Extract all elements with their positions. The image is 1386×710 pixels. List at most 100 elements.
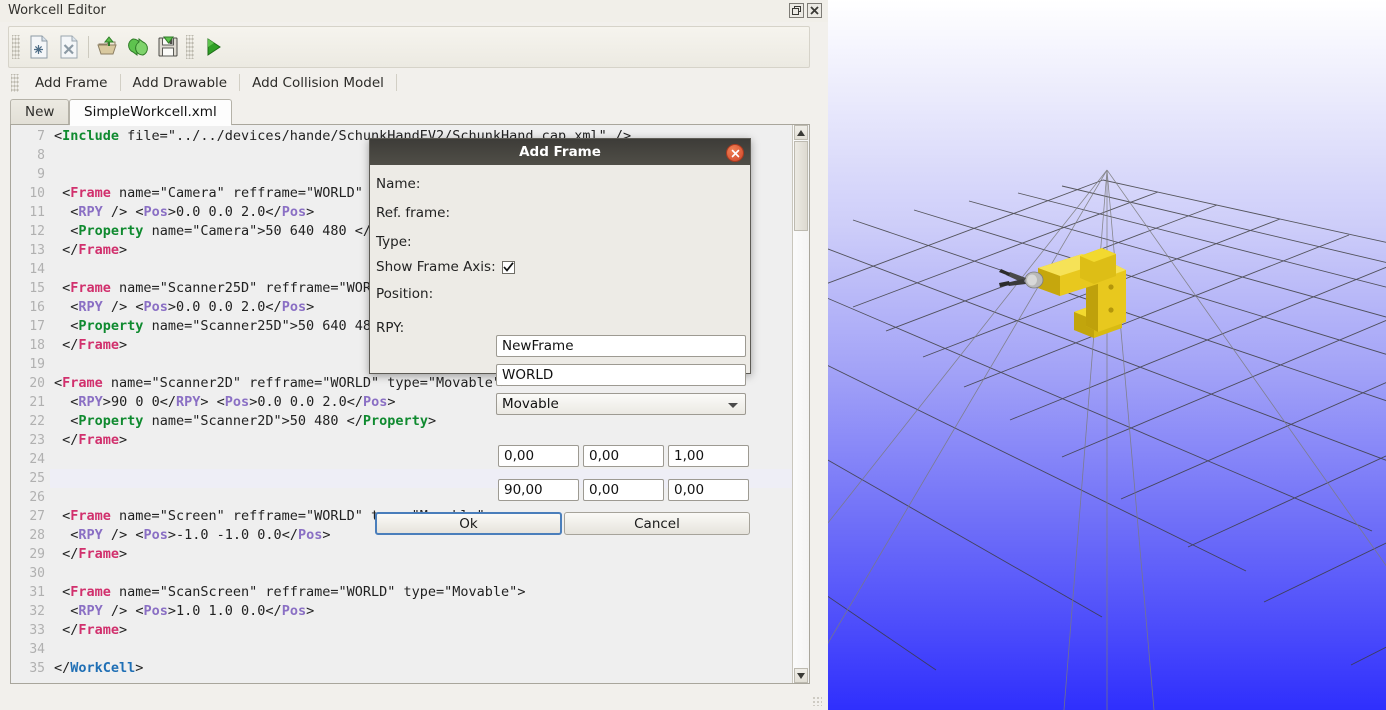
new-file-button[interactable] [24,32,54,62]
editor-action-bar: Add Frame Add Drawable Add Collision Mod… [8,69,808,96]
scroll-up-button[interactable] [794,125,808,140]
scroll-down-button[interactable] [794,668,808,683]
close-file-button[interactable] [54,32,84,62]
position-row: Position: [376,283,744,305]
open-file-button[interactable] [93,32,123,62]
add-frame-dialog: Add Frame Name: NewFrame Ref. frame: WOR… [369,138,751,535]
position-z-input[interactable]: 1,00 [668,445,749,467]
code-line: <RPY /> <Pos>1.0 1.0 0.0</Pos> [70,603,315,619]
dialog-title: Add Frame [519,144,601,160]
show-axis-row: Show Frame Axis: [376,256,744,278]
open-folder-icon [97,36,117,55]
line-number: 18 [29,338,45,353]
scrollbar-thumb[interactable] [794,141,808,231]
editor-vertical-scrollbar[interactable] [792,125,809,683]
line-number: 9 [37,167,45,182]
dialog-close-button[interactable] [726,144,744,162]
ok-button[interactable]: Ok [375,512,562,535]
cancel-button[interactable]: Cancel [564,512,750,535]
position-y-input[interactable]: 0,00 [583,445,664,467]
code-line: </WorkCell> [54,660,144,676]
code-line: <RPY /> <Pos>0.0 0.0 2.0</Pos> [70,204,315,220]
line-number: 22 [29,414,45,429]
line-number: 32 [29,604,45,619]
line-number: 20 [29,376,45,391]
close-window-button[interactable] [807,3,822,18]
ref-frame-input[interactable]: WORLD [496,364,746,386]
add-frame-button[interactable]: Add Frame [23,75,120,91]
line-number: 27 [29,509,45,524]
run-play-icon [207,38,221,56]
code-line: </Frame> [62,622,128,638]
3d-scene-viewport[interactable] [828,0,1386,710]
restore-icon [792,6,801,15]
rpy-row: RPY: [376,317,744,339]
type-select[interactable]: Movable [496,393,746,415]
code-line: <Property name="Scanner2D">50 480 </Prop… [70,413,437,429]
rpy-pitch-input[interactable]: 0,00 [583,479,664,501]
new-file-icon [30,35,48,59]
rpy-yaw-input[interactable]: 0,00 [668,479,749,501]
code-line: <Frame name="ScanScreen" refframe="WORLD… [62,584,526,600]
run-button[interactable] [198,32,228,62]
line-number: 34 [29,642,45,657]
line-number: 16 [29,300,45,315]
file-tab-strip: New SimpleWorkcell.xml [10,99,808,126]
show-frame-axis-checkbox[interactable] [501,260,515,274]
action-separator-3 [395,74,397,91]
line-number: 7 [37,129,45,144]
reload-icon [128,38,148,56]
actionbar-drag-handle[interactable] [11,73,19,92]
save-button[interactable] [153,32,183,62]
type-row: Type: [376,231,744,253]
code-line: <RPY /> <Pos>-1.0 -1.0 0.0</Pos> [70,527,331,543]
code-line: </Frame> [62,242,128,258]
add-drawable-button[interactable]: Add Drawable [121,75,240,91]
code-line: </Frame> [62,546,128,562]
line-number: 25 [29,471,45,486]
close-icon [810,6,819,15]
line-number: 8 [37,148,45,163]
line-number: 31 [29,585,45,600]
line-number: 13 [29,243,45,258]
tab-new[interactable]: New [10,99,70,125]
tab-simpleworkcell-xml[interactable]: SimpleWorkcell.xml [69,99,232,126]
close-file-icon [60,35,78,59]
position-label: Position: [376,286,434,302]
add-collision-model-button[interactable]: Add Collision Model [240,75,396,91]
line-number: 33 [29,623,45,638]
panel-resize-grip[interactable] [812,696,822,706]
line-number: 35 [29,661,45,676]
name-label: Name: [376,176,421,192]
chevron-down-icon [728,403,738,408]
refframe-row: Ref. frame: [376,202,744,224]
reload-button[interactable] [123,32,153,62]
restore-window-button[interactable] [789,3,804,18]
line-number: 14 [29,262,45,277]
save-icon [158,36,178,57]
position-x-input[interactable]: 0,00 [498,445,579,467]
line-number: 17 [29,319,45,334]
code-line: <RPY /> <Pos>0.0 0.0 2.0</Pos> [70,299,315,315]
line-number: 19 [29,357,45,372]
code-line: <Frame name="Scanner2D" refframe="WORLD"… [54,375,509,391]
ref-frame-label: Ref. frame: [376,205,451,221]
window-title-bar: Workcell Editor [0,0,828,22]
checkmark-icon [503,262,514,272]
toolbar-drag-handle-2[interactable] [186,35,194,59]
triangle-down-icon [797,672,805,679]
close-icon [731,149,739,157]
window-controls [789,3,822,18]
line-number: 26 [29,490,45,505]
code-line: </Frame> [62,432,128,448]
app-window: Workcell Editor Add Frame Add Drawable A… [0,0,1386,710]
line-number: 24 [29,452,45,467]
toolbar-separator [88,36,89,58]
dialog-title-bar: Add Frame [370,139,750,165]
show-frame-axis-label: Show Frame Axis: [376,259,496,275]
line-number: 28 [29,528,45,543]
type-label: Type: [376,234,412,250]
window-title: Workcell Editor [8,3,106,18]
rpy-roll-input[interactable]: 90,00 [498,479,579,501]
toolbar-drag-handle[interactable] [12,35,20,59]
